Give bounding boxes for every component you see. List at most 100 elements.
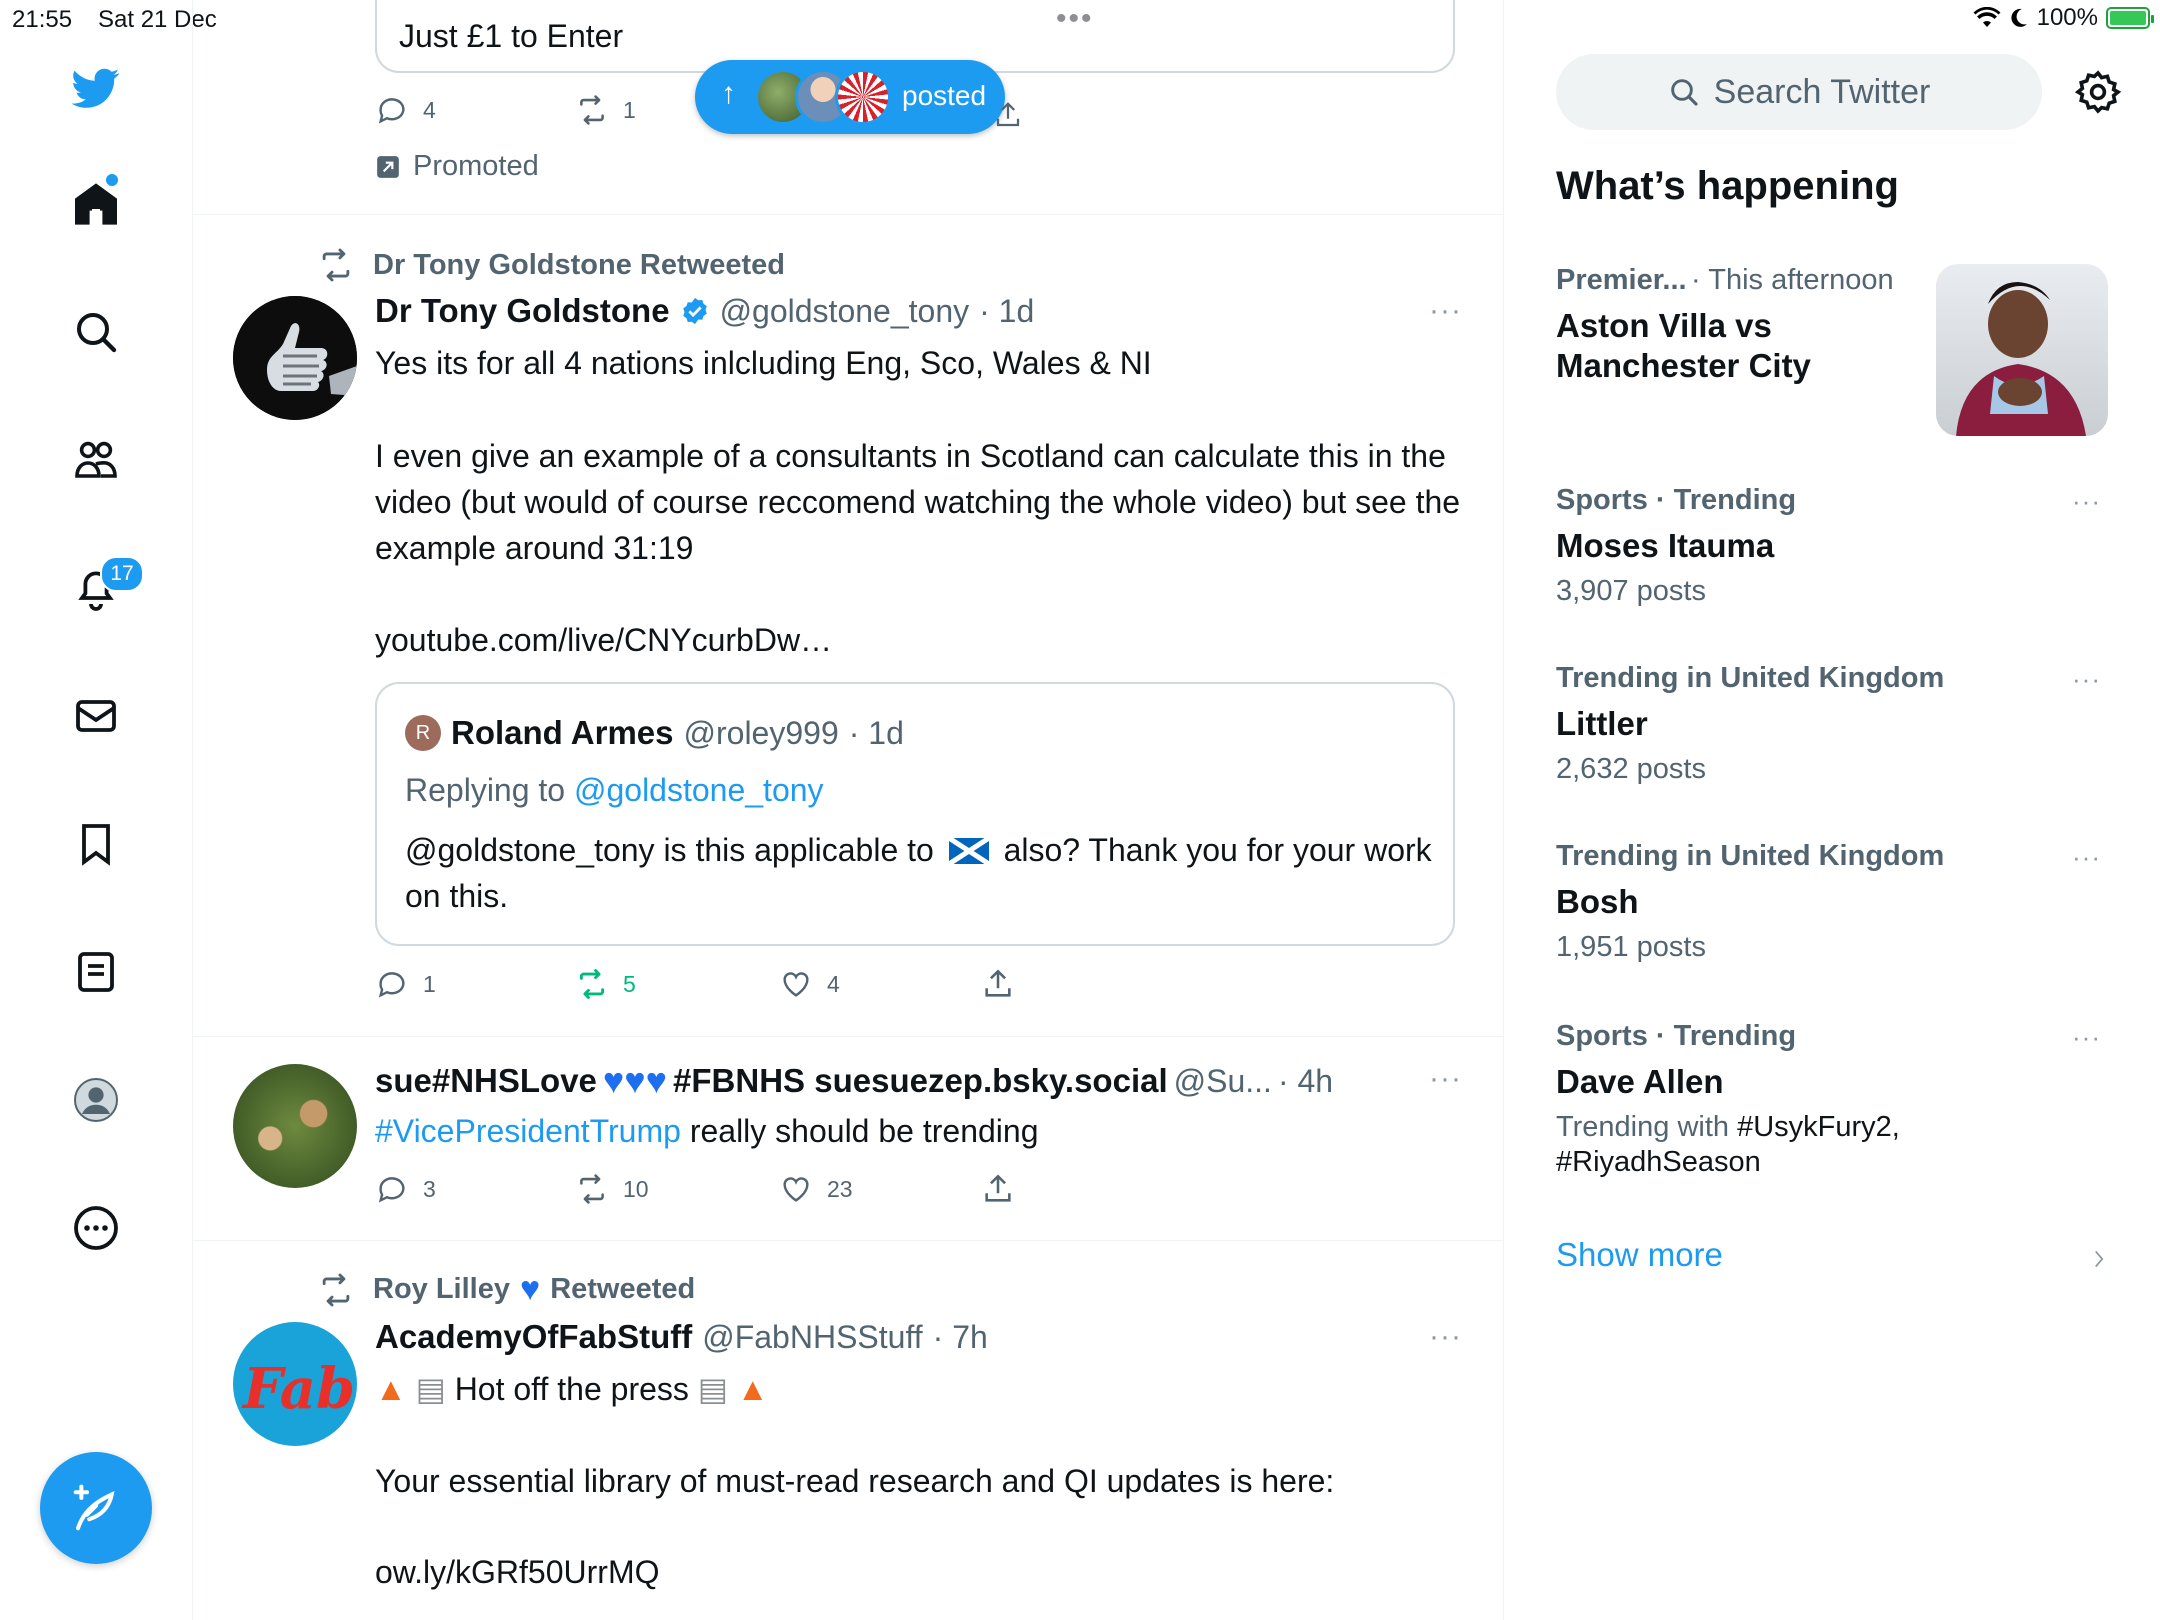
tweet2-name-suffix[interactable]: #FBNHS suesuezep.bsky.social [673, 1062, 1168, 1100]
tweet1-like-button[interactable]: 4 [779, 967, 840, 1001]
trend-4-meta: Sports · Trending [1556, 1020, 1797, 1052]
trend-4-sub-tags1[interactable]: #UsykFury2, [1737, 1111, 1900, 1143]
tweet3-more-button[interactable]: ··· [1429, 1320, 1462, 1354]
new-posts-pill[interactable]: ↑ posted [695, 60, 1005, 134]
nav-more[interactable] [72, 1204, 120, 1252]
trend-0-image[interactable] [1936, 264, 2108, 436]
tweet2-retweet-button[interactable]: 10 [575, 1172, 649, 1206]
tweet1-retweeted-by: Dr Tony Goldstone Retweeted [373, 248, 785, 281]
quote-replying-prefix: Replying to [405, 772, 566, 808]
blue-heart-icon: ♥ [520, 1270, 541, 1308]
trend-2-more-button[interactable]: ··· [2072, 664, 2101, 695]
trend-item-4[interactable]: Sports · Trending Dave Allen Trending wi… [1556, 1020, 1900, 1179]
trend-4-sub-line1: Trending with #UsykFury2, [1556, 1111, 1900, 1144]
tweet3-avatar-text: Fab [243, 1356, 356, 1422]
tweet2-time[interactable]: · 4h [1278, 1063, 1333, 1100]
tweet1-reply-button[interactable]: 1 [375, 967, 436, 1001]
quote-handle: @roley999 [683, 714, 839, 751]
promoted-share-icon[interactable] [993, 100, 1023, 130]
trend-1-meta: Sports · Trending [1556, 484, 1797, 516]
tweet2-name-prefix[interactable]: sue#NHSLove [375, 1062, 597, 1100]
search-placeholder: Search Twitter [1713, 72, 1931, 111]
trend-item-2[interactable]: Trending in United Kingdom Littler 2,632… [1556, 662, 1944, 786]
share-icon[interactable] [981, 1172, 1015, 1206]
tweet1-retweet-button[interactable]: 5 [575, 967, 636, 1001]
trend-item-0[interactable]: Premier... · This afternoon Aston Villa … [1556, 264, 1916, 385]
quote-replying-handle[interactable]: @goldstone_tony [574, 772, 824, 808]
communities-icon [75, 441, 117, 478]
notifications-badge: 17 [100, 556, 144, 592]
trend-4-sub-tags2[interactable]: #RiyadhSeason [1556, 1146, 1900, 1179]
tweet1-link[interactable]: youtube.com/live/CNYcurbDw… [375, 617, 832, 663]
tweet2-like-count: 23 [827, 1175, 853, 1202]
nav-communities[interactable] [72, 436, 120, 484]
tweet2-header: sue#NHSLove ♥♥♥ #FBNHS suesuezep.bsky.so… [375, 1060, 1405, 1102]
trend-1-more-button[interactable]: ··· [2072, 486, 2101, 517]
footballer-photo [1956, 282, 2086, 436]
quote-tweet[interactable]: R Roland Armes @roley999 · 1d Replying t… [375, 682, 1455, 946]
tweet2-more-button[interactable]: ··· [1429, 1062, 1462, 1096]
search-icon [1670, 79, 1698, 106]
tweet3-social-context: Roy Lilley ♥ Retweeted [317, 1270, 695, 1309]
share-icon[interactable] [981, 967, 1015, 1001]
tweet1-more-button[interactable]: ··· [1429, 294, 1462, 328]
tweet3-text-line1: ▲ ▤ Hot off the press ▤ ▲ [375, 1366, 769, 1412]
tweet3-handle[interactable]: @FabNHSStuff [702, 1319, 922, 1356]
promoted-reply-button[interactable]: 4 [375, 93, 436, 127]
tweet1-avatar[interactable] [233, 296, 357, 420]
search-input[interactable]: Search Twitter [1556, 54, 2042, 130]
tweet3-author-name[interactable]: AcademyOfFabStuff [375, 1318, 692, 1356]
reply-icon [378, 98, 405, 124]
tweet2-handle[interactable]: @Su... [1174, 1063, 1272, 1100]
show-more-link[interactable]: Show more [1556, 1236, 1723, 1274]
tweet3-text-para2: Your essential library of must-read rese… [375, 1463, 1335, 1499]
trend-0-title-line1: Aston Villa vs [1556, 307, 1772, 344]
trend-0-meta2: · This afternoon [1691, 264, 1894, 296]
promoted-text: Promoted [413, 150, 539, 182]
nav-bookmarks[interactable] [72, 820, 120, 868]
tweet1-retweet-count: 5 [623, 970, 636, 997]
trend-3-more-button[interactable]: ··· [2072, 842, 2101, 873]
promoted-retweet-button[interactable]: 1 [575, 93, 636, 127]
compose-button[interactable] [40, 1452, 152, 1564]
tweet3-retweeted-suffix: Retweeted [550, 1273, 696, 1305]
tweet3-link[interactable]: ow.ly/kGRf50UrrMQ [375, 1549, 659, 1595]
promoted-card-text: Just £1 to Enter [399, 18, 624, 54]
tweet2-text: #VicePresidentTrump really should be tre… [375, 1108, 1038, 1154]
tweet2-like-button[interactable]: 23 [779, 1172, 853, 1206]
twitter-logo-icon[interactable] [71, 64, 120, 112]
gear-icon[interactable] [2074, 68, 2122, 116]
trend-1-title: Moses Itauma [1556, 527, 1775, 564]
whats-happening-title: What’s happening [1556, 164, 1899, 208]
trend-2-meta: Trending in United Kingdom [1556, 662, 1945, 694]
bookmark-icon [82, 824, 110, 866]
tweet1-author-name[interactable]: Dr Tony Goldstone [375, 292, 670, 330]
quote-author-name[interactable]: Roland Armes [451, 714, 674, 752]
promoted-reply-count: 4 [423, 96, 436, 123]
trend-4-more-button[interactable]: ··· [2072, 1022, 2101, 1053]
nav-profile[interactable] [72, 1076, 120, 1124]
tweet1-like-count: 4 [827, 970, 840, 997]
tweet2-reply-count: 3 [423, 1175, 436, 1202]
thumbs-up-xray-icon [233, 296, 357, 420]
tweet3-avatar[interactable]: Fab [233, 1322, 357, 1446]
more-circle-icon [74, 1206, 118, 1250]
trend-0-meta: Premier... [1556, 264, 1687, 296]
tweet3-time[interactable]: · 7h [933, 1319, 988, 1356]
newspaper-icon: ▤ [415, 1371, 446, 1407]
trend-4-sub-prefix: Trending with [1556, 1111, 1738, 1143]
tweet3-retweeter-name[interactable]: Roy Lilley [373, 1273, 510, 1306]
tweet2-avatar[interactable] [233, 1064, 357, 1188]
tweet1-time[interactable]: · 1d [979, 293, 1034, 330]
retweet-icon [322, 1273, 350, 1306]
trend-item-3[interactable]: Trending in United Kingdom Bosh 1,951 po… [1556, 840, 1944, 964]
tweet2-reply-button[interactable]: 3 [375, 1172, 436, 1206]
tweet1-handle[interactable]: @goldstone_tony [720, 293, 970, 330]
nav-messages[interactable] [72, 692, 120, 740]
nav-home[interactable] [72, 180, 120, 228]
nav-explore[interactable] [72, 308, 120, 356]
arrow-up-icon: ↑ [721, 77, 736, 110]
nav-lists[interactable] [72, 948, 120, 996]
trend-item-1[interactable]: Sports · Trending Moses Itauma 3,907 pos… [1556, 484, 1796, 608]
tweet2-hashtag[interactable]: #VicePresidentTrump [375, 1113, 681, 1149]
